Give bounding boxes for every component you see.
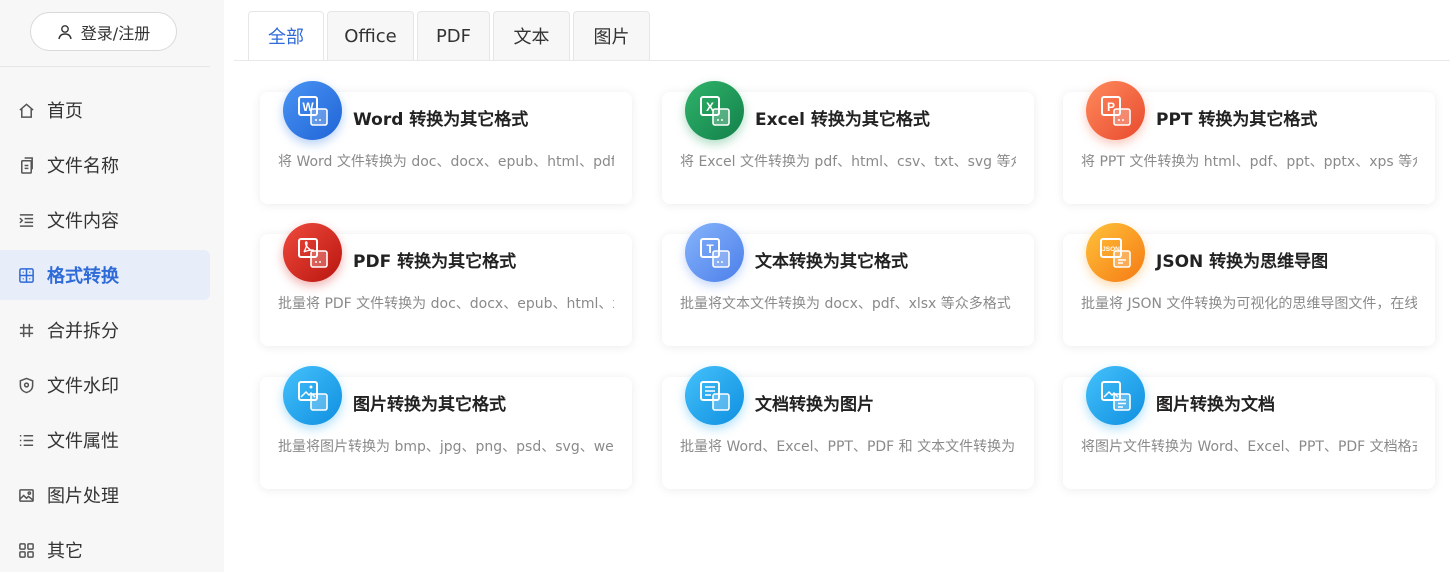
card-description: 批量将文本文件转换为 docx、pdf、xlsx 等众多格式 — [680, 296, 1011, 312]
list-icon — [19, 434, 34, 446]
tab-office[interactable]: Office — [327, 11, 414, 61]
login-register-button[interactable]: 登录/注册 — [30, 12, 177, 51]
image-icon — [19, 488, 34, 502]
card-json-mindmap[interactable]: JSON JSON 转换为思维导图 批量将 JSON 文件转换为可视化的思维导图… — [1063, 223, 1435, 346]
sidebar-item-file-name[interactable]: 文件名称 — [0, 140, 210, 190]
sidebar-item-format-convert[interactable]: 格式转换 — [0, 250, 210, 300]
doc-to-image-icon — [685, 366, 744, 425]
card-description: 批量将 JSON 文件转换为可视化的思维导图文件，在线预览 — [1081, 296, 1417, 312]
sidebar-item-home[interactable]: 首页 — [0, 85, 210, 135]
file-copy-icon — [21, 156, 33, 174]
card-description: 批量将 Word、Excel、PPT、PDF 和 文本文件转换为图片 — [680, 439, 1016, 455]
sidebar-item-label: 文件水印 — [47, 376, 119, 397]
tab-text[interactable]: 文本 — [493, 11, 570, 61]
sidebar-item-label: 格式转换 — [47, 266, 119, 287]
sidebar-item-image-processing[interactable]: 图片处理 — [0, 470, 210, 520]
card-description: 将 Word 文件转换为 doc、docx、epub、html、pdf 等众多格… — [278, 154, 614, 170]
category-tabs: 全部 Office PDF 文本 图片 — [248, 11, 653, 61]
card-title: JSON 转换为思维导图 — [1156, 252, 1329, 272]
grid-icon — [19, 542, 34, 558]
sidebar-item-label: 合并拆分 — [47, 321, 119, 342]
convert-icon — [19, 267, 34, 283]
sidebar-nav: 首页 文件名称 文件内容 格式转换 合并拆分 文件水印 文件属性 图片处理 其它 — [0, 85, 210, 572]
card-pdf-convert[interactable]: PDF 转换为其它格式 批量将 PDF 文件转换为 doc、docx、epub、… — [260, 223, 632, 346]
text-icon: T — [685, 223, 744, 282]
user-icon — [58, 24, 72, 39]
card-word-convert[interactable]: W Word 转换为其它格式 将 Word 文件转换为 doc、docx、epu… — [260, 81, 632, 204]
card-title: PDF 转换为其它格式 — [353, 252, 517, 272]
card-title: 文档转换为图片 — [755, 395, 874, 415]
image-convert-icon — [283, 366, 342, 425]
card-description: 批量将图片转换为 bmp、jpg、png、psd、svg、webp 等众多格式 — [278, 439, 614, 455]
card-title: Word 转换为其它格式 — [353, 110, 529, 130]
sidebar-item-label: 其它 — [47, 541, 83, 562]
sidebar-divider — [0, 66, 210, 67]
card-title: PPT 转换为其它格式 — [1156, 110, 1318, 130]
card-title: Excel 转换为其它格式 — [755, 110, 930, 130]
card-image-convert[interactable]: 图片转换为其它格式 批量将图片转换为 bmp、jpg、png、psd、svg、w… — [260, 366, 632, 489]
card-description: 将 PPT 文件转换为 html、pdf、ppt、pptx、xps 等众多格式 — [1081, 154, 1417, 170]
card-ppt-convert[interactable]: P PPT 转换为其它格式 将 PPT 文件转换为 html、pdf、ppt、p… — [1063, 81, 1435, 204]
tab-divider — [234, 60, 1450, 61]
card-title: 图片转换为其它格式 — [353, 395, 506, 415]
shield-icon — [19, 377, 34, 393]
tab-pdf[interactable]: PDF — [417, 11, 490, 61]
sidebar-item-file-content[interactable]: 文件内容 — [0, 195, 210, 245]
sidebar-item-label: 文件内容 — [47, 211, 119, 232]
card-excel-convert[interactable]: X Excel 转换为其它格式 将 Excel 文件转换为 pdf、html、c… — [662, 81, 1034, 204]
sidebar-item-label: 文件属性 — [47, 431, 119, 452]
pdf-icon — [283, 223, 342, 282]
card-description: 将 Excel 文件转换为 pdf、html、csv、txt、svg 等众多格式 — [680, 154, 1016, 170]
sidebar-item-file-properties[interactable]: 文件属性 — [0, 415, 210, 465]
card-text-convert[interactable]: T 文本转换为其它格式 批量将文本文件转换为 docx、pdf、xlsx 等众多… — [662, 223, 1034, 346]
sidebar: 登录/注册 首页 文件名称 文件内容 格式转换 合并拆分 文件水印 文件属性 图… — [0, 0, 224, 572]
sidebar-item-label: 首页 — [47, 101, 83, 122]
sidebar-item-label: 文件名称 — [47, 156, 119, 177]
tab-all[interactable]: 全部 — [248, 11, 324, 61]
sidebar-item-watermark[interactable]: 文件水印 — [0, 360, 210, 410]
word-icon: W — [283, 81, 342, 140]
login-register-label: 登录/注册 — [80, 23, 151, 43]
sidebar-item-label: 图片处理 — [47, 486, 119, 507]
card-description: 批量将 PDF 文件转换为 doc、docx、epub、html、xls 等众多… — [278, 296, 614, 312]
ppt-icon: P — [1086, 81, 1145, 140]
sidebar-item-other[interactable]: 其它 — [0, 525, 210, 572]
json-icon: JSON — [1086, 223, 1145, 282]
sidebar-item-merge-split[interactable]: 合并拆分 — [0, 305, 210, 355]
excel-icon: X — [685, 81, 744, 140]
home-icon — [19, 102, 34, 118]
card-title: 文本转换为其它格式 — [755, 252, 908, 272]
card-title: 图片转换为文档 — [1156, 395, 1275, 415]
hash-icon — [19, 323, 34, 337]
tab-image[interactable]: 图片 — [573, 11, 650, 61]
indent-icon — [19, 213, 34, 227]
image-to-doc-icon — [1086, 366, 1145, 425]
card-image-to-doc[interactable]: 图片转换为文档 将图片文件转换为 Word、Excel、PPT、PDF 文档格式 — [1063, 366, 1435, 489]
card-doc-to-image[interactable]: 文档转换为图片 批量将 Word、Excel、PPT、PDF 和 文本文件转换为… — [662, 366, 1034, 489]
card-description: 将图片文件转换为 Word、Excel、PPT、PDF 文档格式 — [1081, 439, 1417, 455]
